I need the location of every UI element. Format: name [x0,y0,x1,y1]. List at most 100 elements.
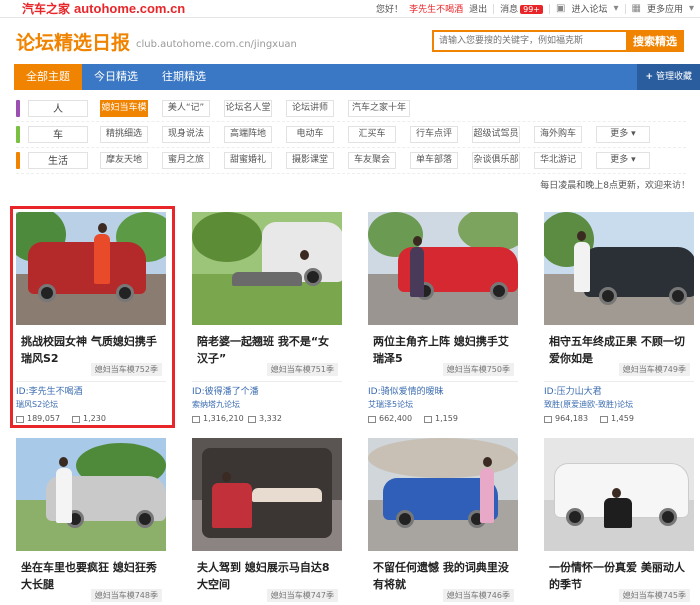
category-tag[interactable]: 美人“记” [162,100,210,117]
category-tag[interactable]: 摩友天地 [100,152,148,169]
category-tag[interactable]: 现身说法 [162,126,210,143]
photo-head [300,250,309,260]
category-tag[interactable]: 杂谈俱乐部 [472,152,520,169]
logout-link[interactable]: 退出 [469,2,487,15]
article-card[interactable]: 相守五年终成正果 不顾一切爱你如是 媳妇当车模749季 ID:压力山大君 致胜(… [544,212,694,425]
chevron-down-icon[interactable]: ▾ [689,3,694,14]
category-row-people: 人 媳妇当车模 美人“记” 论坛名人堂 论坛讲师 汽车之家十年 [16,96,686,122]
page-title: 论坛精选日报 [16,31,131,54]
apps-grid-icon: ▦ [631,3,641,14]
article-meta: ID:压力山大君 致胜(原爱迪欧-致胜)论坛 964,183 1,459 [544,381,694,425]
photo-head [222,472,231,482]
photo-head [577,231,586,241]
tab-past-picks[interactable]: 往期精选 [150,64,218,90]
search-button[interactable]: 搜索精选 [626,30,684,52]
article-card[interactable]: 两位主角齐上阵 媳妇携手艾瑞泽5 媳妇当车模750季 ID:骑似爱情的暧昧 艾瑞… [368,212,518,425]
category-more-button[interactable]: 更多 ▾ [596,152,650,169]
article-card[interactable]: 夫人驾到 媳妇展示马自达8大空间 媳妇当车模747季 [192,438,342,602]
photo-wheel [669,287,687,305]
manage-favorites-button[interactable]: + 管理收藏 [637,64,700,90]
photo-person [56,468,72,523]
article-thumbnail[interactable] [16,438,166,551]
replies-icon [600,415,608,423]
photo-building [368,438,518,478]
category-more-button[interactable]: 更多 ▾ [596,126,650,143]
article-thumbnail[interactable] [368,212,518,325]
photo-wheel [490,282,508,300]
article-stats: 1,316,210 3,332 [192,413,342,425]
category-tag[interactable]: 论坛名人堂 [224,100,272,117]
forum-link[interactable]: 索纳塔九论坛 [192,399,342,411]
category-tag[interactable]: 论坛讲师 [286,100,334,117]
category-tag[interactable]: 华北游记 [534,152,582,169]
category-tag[interactable]: 汇买车 [348,126,396,143]
article-card[interactable]: 一份情怀一份真爱 美丽动人的季节 媳妇当车模745季 [544,438,694,602]
category-tag[interactable]: 摄影课堂 [286,152,334,169]
category-tag[interactable]: 媳妇当车模 [100,100,148,117]
category-tag[interactable]: 电动车 [286,126,334,143]
article-series-label: 媳妇当车模751季 [266,363,338,376]
author-link[interactable]: ID:骑似爱情的暧昧 [368,386,518,399]
article-thumbnail[interactable] [544,438,694,551]
replies-stat: 1,459 [600,413,656,425]
replies-stat: 3,332 [248,413,304,425]
photo-person-legs [252,488,322,502]
category-title[interactable]: 人 [28,100,88,117]
chevron-down-icon[interactable]: ▾ [613,3,618,14]
category-tag[interactable]: 高端阵地 [224,126,272,143]
article-card[interactable]: 陪老婆一起翘班 我不是“女汉子” 媳妇当车模751季 ID:彼得潘了个潘 索纳塔… [192,212,342,425]
category-tag[interactable]: 超级试驾员 [472,126,520,143]
category-tag[interactable]: 蜜月之旅 [162,152,210,169]
site-logo-en[interactable]: autohome.com.cn [74,1,185,16]
tab-all-topics[interactable]: 全部主题 [14,64,82,90]
category-tag[interactable]: 精挑细选 [100,126,148,143]
photo-person [410,247,424,297]
replies-stat: 1,159 [424,413,480,425]
article-thumbnail[interactable] [544,212,694,325]
article-thumbnail[interactable] [192,212,342,325]
article-stats: 964,183 1,459 [544,413,694,425]
forum-link[interactable]: 致胜(原爱迪欧-致胜)论坛 [544,399,694,411]
photo-person [480,468,494,523]
article-card[interactable]: 坐在车里也要疯狂 媳妇狂秀大长腿 媳妇当车模748季 [16,438,166,602]
article-series-label: 媳妇当车模749季 [618,363,690,376]
photo-head [59,457,68,467]
more-apps-link[interactable]: 更多应用 [647,2,683,15]
tab-today-picks[interactable]: 今日精选 [82,64,150,90]
author-link[interactable]: ID:压力山大君 [544,386,694,399]
article-series-label: 媳妇当车模745季 [618,589,690,602]
article-series-label: 媳妇当车模748季 [90,589,162,602]
category-tag[interactable]: 海外购车 [534,126,582,143]
divider [493,3,495,14]
forum-link[interactable]: 艾瑞泽5论坛 [368,399,518,411]
enter-forum-link[interactable]: 进入论坛 [571,2,607,15]
manage-favorites-label: 管理收藏 [655,72,692,82]
views-count: 1,316,210 [203,414,244,423]
username-link[interactable]: 李先生不喝酒 [409,2,463,15]
message-count-badge: 99+ [520,5,543,14]
category-tag[interactable]: 汽车之家十年 [348,100,410,117]
greeting-text: 您好！ [376,5,404,15]
article-thumbnail[interactable] [368,438,518,551]
site-logo-cn[interactable]: 汽车之家 [22,0,70,17]
author-link[interactable]: ID:彼得潘了个潘 [192,386,342,399]
views-stat: 662,400 [368,413,424,425]
category-tag[interactable]: 行车点评 [410,126,458,143]
article-card[interactable]: 不留任何遗憾 我的词典里没有将就 媳妇当车模746季 [368,438,518,602]
replies-icon [424,415,432,423]
search-input[interactable] [432,30,626,52]
messages-link[interactable]: 消息 99+ [500,2,543,15]
views-icon [544,415,552,423]
category-tag[interactable]: 甜蜜婚礼 [224,152,272,169]
category-tag[interactable]: 单车部落 [410,152,458,169]
photo-head [612,488,621,498]
photo-head [413,236,422,246]
category-title[interactable]: 车 [28,126,88,143]
category-title[interactable]: 生活 [28,152,88,169]
photo-person [212,483,252,528]
category-tag[interactable]: 车友聚会 [348,152,396,169]
more-label: 更多 [610,129,629,139]
selected-card-highlight [10,206,175,428]
article-thumbnail[interactable] [192,438,342,551]
photo-wheel [566,508,584,526]
